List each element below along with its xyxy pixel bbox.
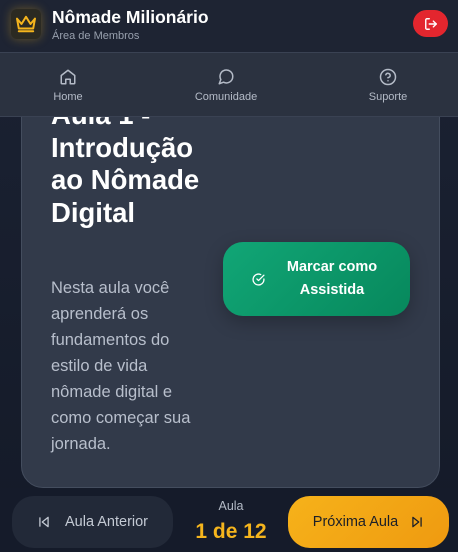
nav-label-home: Home: [53, 90, 83, 103]
lesson-description: Nesta aula você aprenderá os fundamentos…: [51, 279, 191, 453]
nav-label-support: Suporte: [368, 90, 408, 103]
skip-forward-icon: [412, 516, 422, 528]
lesson-counter-value: 1 de 12: [195, 520, 267, 543]
check-circle-icon: [252, 272, 265, 286]
lesson-title: Aula 1 - Introdução ao Nômade Digital: [51, 99, 200, 228]
lesson-pagination: Aula Anterior Aula 1 de 12 Próxima Aula: [0, 488, 458, 552]
app-header: Nômade Milionário Área de Membros: [0, 0, 458, 53]
mark-watched-label: Marcar como Assistida: [286, 259, 378, 298]
skip-back-icon: [39, 516, 49, 528]
next-lesson-label: Próxima Aula: [312, 514, 399, 530]
mark-watched-button[interactable]: Marcar como Assistida: [223, 242, 410, 316]
nav-item-support[interactable]: Suporte: [364, 53, 412, 117]
home-icon: [60, 69, 76, 84]
lesson-counter-label: Aula: [218, 499, 244, 513]
previous-lesson-label: Aula Anterior: [64, 514, 149, 530]
app-logo: [11, 9, 41, 39]
app-subtitle: Área de Membros: [52, 30, 140, 42]
next-lesson-button[interactable]: Próxima Aula: [288, 496, 449, 548]
previous-lesson-button[interactable]: Aula Anterior: [12, 496, 173, 548]
crown-icon: [16, 15, 36, 33]
help-icon: [379, 68, 397, 85]
logout-button[interactable]: [413, 10, 448, 37]
logout-icon: [424, 17, 437, 30]
nav-item-community[interactable]: Comunidade: [190, 53, 262, 117]
top-navigation: Home Comunidade Suporte: [0, 53, 458, 117]
nav-item-home[interactable]: Home: [48, 53, 88, 117]
app-title: Nômade Milionário: [52, 7, 209, 27]
chat-icon: [218, 68, 234, 84]
nav-label-community: Comunidade: [194, 90, 258, 103]
